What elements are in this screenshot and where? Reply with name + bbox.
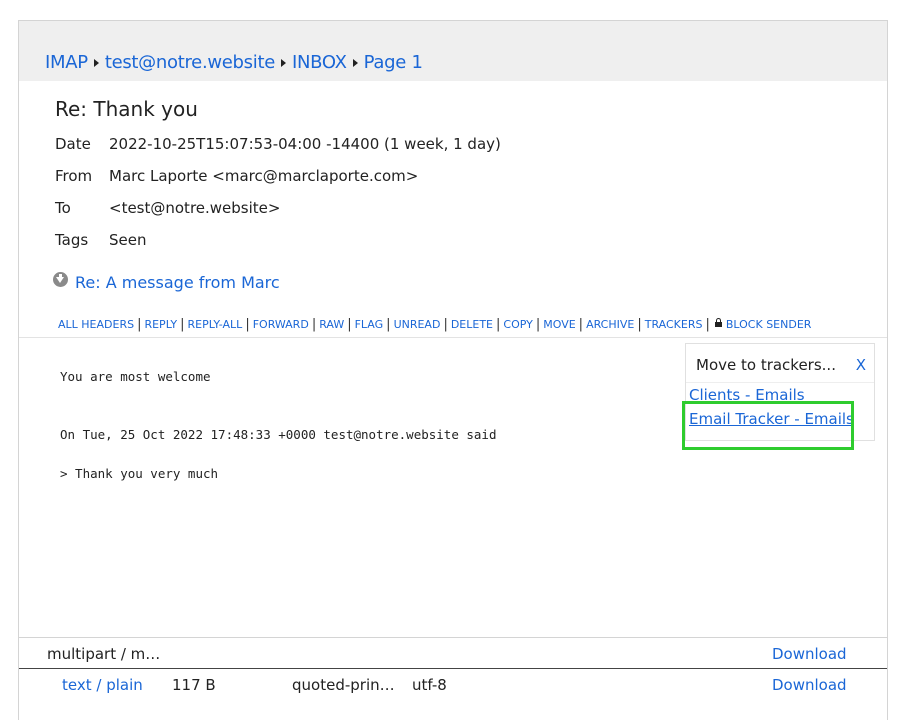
divider: | [245,317,250,332]
breadcrumb-account[interactable]: test@notre.website [105,52,275,73]
action-reply[interactable]: REPLY [144,318,177,331]
attachment-charset: utf-8 [412,676,447,694]
attachment-encoding: quoted-prin… [292,676,395,694]
divider: | [347,317,352,332]
divider: | [137,317,142,332]
body-line: > Thank you very much [60,466,219,481]
divider: | [637,317,642,332]
message-panel: IMAP test@notre.website INBOX Page 1 Re:… [18,20,888,720]
selection-highlight [682,401,854,450]
thread-link[interactable]: Re: A message from Marc [75,273,280,292]
popup-close-button[interactable]: X [856,356,866,374]
download-link[interactable]: Download [772,645,847,663]
message-subject: Re: Thank you [55,97,198,121]
download-link[interactable]: Download [772,676,847,694]
divider: | [443,317,448,332]
header-value: <test@notre.website> [109,199,281,217]
divider: | [578,317,584,332]
header-date: Date 2022-10-25T15:07:53-04:00 -14400 (1… [55,135,501,153]
attachment-type: multipart / m… [47,645,161,663]
thread-link-row: Re: A message from Marc [53,272,280,292]
caret-right-icon [352,58,358,67]
header-key: To [55,199,71,217]
action-copy[interactable]: COPY [503,318,532,331]
header-value: 2022-10-25T15:07:53-04:00 -14400 (1 week… [109,135,501,153]
message-actions: ALL HEADERS | REPLY | REPLY-ALL | FORWARD | … [58,317,811,332]
caret-right-icon [281,58,286,67]
arrow-down-circle-icon[interactable] [53,272,68,287]
body-line: You are most welcome [60,369,211,384]
action-all-headers[interactable]: ALL HEADERS [58,318,134,331]
action-move[interactable]: MOVE [543,318,575,331]
divider: | [180,317,185,332]
breadcrumb: IMAP test@notre.website INBOX Page 1 [45,52,423,73]
divider: | [386,317,391,332]
action-forward[interactable]: FORWARD [253,318,309,331]
action-archive[interactable]: ARCHIVE [586,318,634,331]
breadcrumb-page[interactable]: Page 1 [364,52,423,73]
popup-title: Move to trackers... [696,356,836,374]
attachment-child-row: text / plain 117 B quoted-prin… utf-8 Do… [19,669,887,700]
divider: | [535,317,541,332]
lock-icon [714,318,722,327]
attachment-parent-row: multipart / m… Download [19,638,887,669]
action-block-sender[interactable]: BLOCK SENDER [726,318,812,331]
header-body-divider [19,337,887,338]
divider: | [705,317,710,332]
action-trackers[interactable]: TRACKERS [645,318,703,331]
divider: | [311,317,317,332]
header-value: Seen [109,231,147,249]
header-key: Tags [55,231,89,249]
action-unread[interactable]: UNREAD [394,318,441,331]
action-raw[interactable]: RAW [319,318,344,331]
popup-divider [686,382,874,383]
attachment-size: 117 B [172,676,216,694]
caret-right-icon [93,58,99,67]
breadcrumb-inbox[interactable]: INBOX [292,52,347,73]
header-tags: Tags Seen [55,231,147,249]
action-reply-all[interactable]: REPLY-ALL [187,318,242,331]
header-to: To <test@notre.website> [55,199,280,217]
attachment-type-link[interactable]: text / plain [62,676,143,694]
divider: | [496,317,501,332]
header-key: From [55,167,93,185]
header-key: Date [55,135,91,153]
body-line: On Tue, 25 Oct 2022 17:48:33 +0000 test@… [60,427,497,442]
action-flag[interactable]: FLAG [355,318,384,331]
header-from: From Marc Laporte <marc@marclaporte.com> [55,167,418,185]
breadcrumb-imap[interactable]: IMAP [45,52,88,73]
header-value: Marc Laporte <marc@marclaporte.com> [109,167,419,185]
action-delete[interactable]: DELETE [451,318,493,331]
